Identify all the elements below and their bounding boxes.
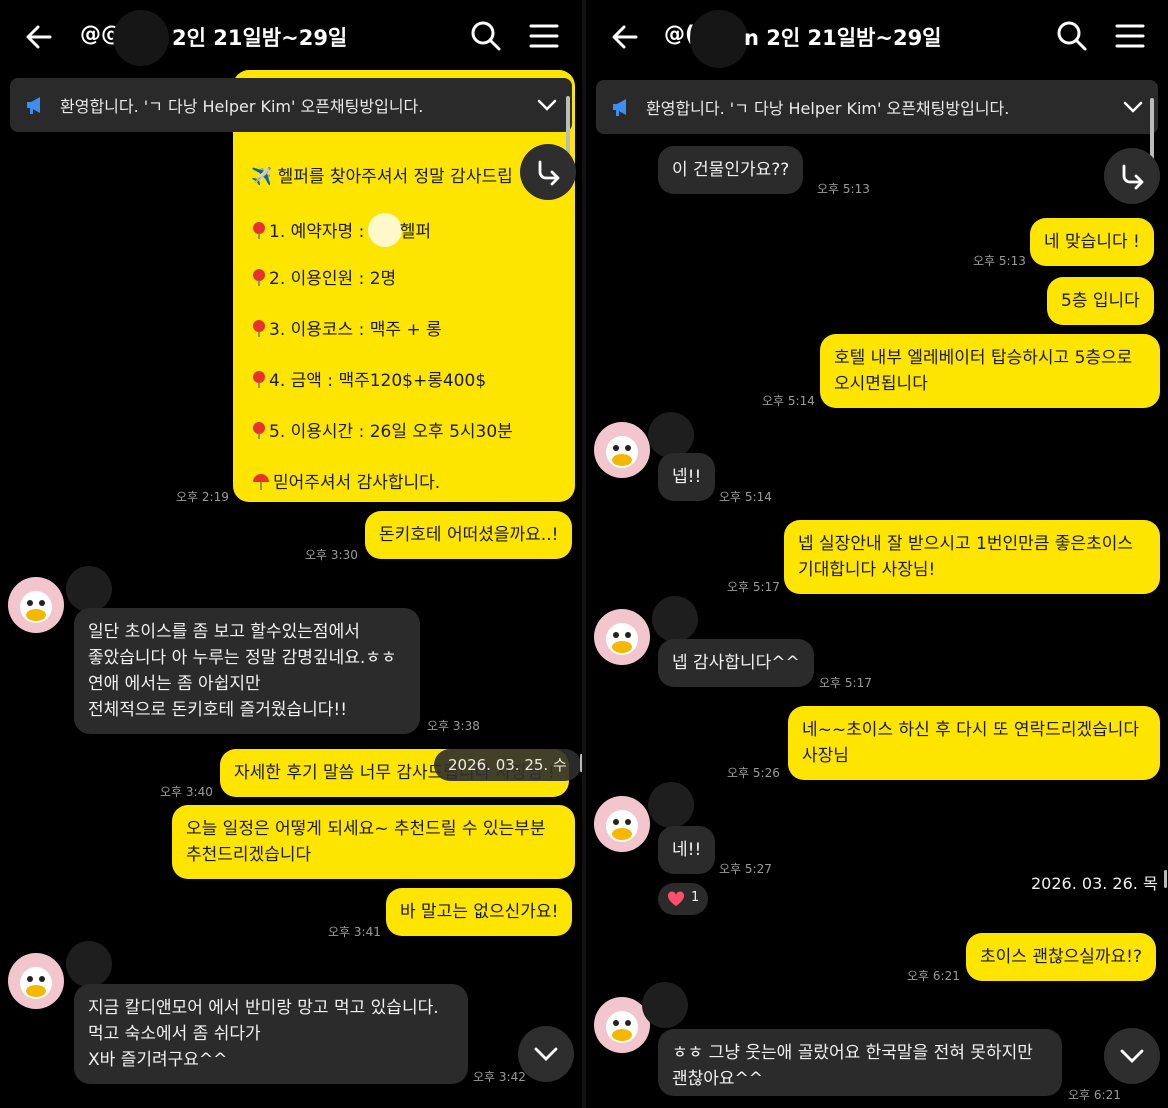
message-time: 오후 3:30 (305, 548, 358, 562)
search-icon[interactable] (1056, 20, 1088, 52)
chat-pane-right: @( n 2인 21일밤~29일 환영합니다. 'ㄱ 다낭 Helper Kim… (586, 0, 1168, 1108)
reservation-thanks: 믿어주셔서 감사합니다. (251, 468, 440, 493)
message-bubble-received: 지금 칼디앤모어 에서 반미랑 망고 먹고 있습니다. 먹고 숙소에서 좀 쉬다… (74, 984, 468, 1084)
pin-icon (253, 371, 265, 388)
duck-avatar-icon (606, 623, 638, 655)
date-indicator: 2026. 03. 26. 목 (1031, 874, 1158, 893)
chevron-down-icon (534, 1047, 558, 1061)
message-time: 오후 5:26 (727, 766, 780, 780)
message-bubble-sent: 5층 입니다 (1047, 277, 1154, 325)
message-bubble-sent: 오늘 일정은 어떻게 되세요~ 추천드릴 수 있는부분 추천드리겠습니다 (172, 805, 575, 879)
scroll-down-button[interactable] (518, 1026, 574, 1082)
message-time: 오후 5:13 (973, 254, 1026, 268)
sender-name-redaction (66, 566, 112, 612)
message-time: 오후 5:17 (819, 676, 872, 690)
chat-pane-left: @@ 2인 21일밤~29일 ✈️ 헬퍼를 찾아주셔서 정말 감사드립 1. 예… (0, 0, 582, 1108)
hamburger-menu-icon[interactable] (528, 20, 560, 52)
notice-bar[interactable]: 환영합니다. 'ㄱ 다낭 Helper Kim' 오픈채팅방입니다. (10, 78, 572, 132)
notice-text: 환영합니다. 'ㄱ 다낭 Helper Kim' 오픈채팅방입니다. (60, 97, 424, 116)
reservation-card: ✈️ 헬퍼를 찾아주셔서 정말 감사드립 1. 예약자명 : 헬퍼 2. 이용인… (233, 70, 575, 502)
duck-avatar-icon (20, 591, 52, 623)
message-bubble-sent: 네 맞습니다 ! (1030, 218, 1154, 266)
reservation-time: 5. 이용시간 : 26일 오후 5시30분 (251, 417, 513, 442)
message-bubble-sent: 넵 실장안내 잘 받으시고 1번인만큼 좋은초이스 기대합니다 사장님! (784, 520, 1160, 594)
avatar[interactable] (594, 796, 650, 852)
reservation-price: 4. 금액 : 맥주120$+롱400$ (251, 366, 486, 391)
heart-icon (667, 891, 685, 906)
message-bubble-sent: 바 말고는 없으신가요! (386, 888, 573, 936)
name-redaction (367, 213, 402, 247)
scrollbar[interactable] (1164, 870, 1167, 888)
title-redaction (690, 10, 748, 68)
megaphone-icon (27, 97, 40, 114)
megaphone-icon (613, 99, 626, 116)
message-time: 오후 5:27 (719, 862, 772, 876)
avatar[interactable] (8, 953, 64, 1009)
notice-text: 환영합니다. 'ㄱ 다낭 Helper Kim' 오픈채팅방입니다. (646, 99, 1010, 118)
message-bubble-sent: 돈키호테 어떠셨을까요..! (365, 511, 573, 559)
reaction-badge[interactable]: 1 (658, 883, 708, 915)
message-bubble-sent: 초이스 괜찮으실까요!? (966, 933, 1157, 981)
beach-umbrella-icon (253, 474, 269, 490)
sender-name-redaction (642, 982, 688, 1028)
scroll-down-button[interactable] (1104, 1028, 1160, 1084)
message-bubble-received: 넵 감사합니다^^ (658, 639, 814, 687)
message-time: 오후 5:14 (762, 394, 815, 408)
date-indicator: 2026. 03. 25. 수 (434, 749, 581, 781)
pin-icon (253, 222, 265, 239)
message-time: 오후 5:14 (719, 490, 772, 504)
sender-name-redaction (66, 941, 112, 987)
sender-name-redaction (648, 782, 694, 828)
message-time: 오후 6:21 (1068, 1088, 1121, 1102)
avatar[interactable] (594, 422, 650, 478)
chat-header: @@ 2인 21일밤~29일 (0, 0, 582, 74)
message-bubble-received: 네!! (658, 826, 716, 874)
sender-name-redaction (652, 596, 698, 642)
reply-arrow-icon (538, 160, 560, 186)
duck-avatar-icon (20, 967, 52, 999)
message-bubble-sent: 네~~초이스 하신 후 다시 또 연락드리겠습니다 사장님 (788, 706, 1160, 780)
reply-button[interactable] (520, 144, 576, 200)
duck-avatar-icon (606, 810, 638, 842)
avatar[interactable] (594, 609, 650, 665)
chat-title: n 2인 21일밤~29일 (744, 26, 942, 50)
search-icon[interactable] (470, 20, 502, 52)
message-time: 오후 3:42 (473, 1070, 526, 1084)
message-time: 오후 3:41 (328, 925, 381, 939)
message-bubble-received: 일단 초이스를 좀 보고 할수있는점에서 좋았습니다 아 누루는 정말 감명깊네… (74, 608, 420, 734)
sender-name-redaction (648, 412, 694, 458)
message-bubble-received: 넵!! (658, 453, 716, 501)
pin-icon (253, 269, 265, 286)
chevron-down-icon[interactable] (536, 95, 558, 115)
chat-title: 2인 21일밤~29일 (172, 26, 348, 50)
reservation-course: 3. 이용코스 : 맥주 + 롱 (251, 315, 442, 340)
reservation-people: 2. 이용인원 : 2명 (251, 264, 396, 289)
notice-bar[interactable]: 환영합니다. 'ㄱ 다낭 Helper Kim' 오픈채팅방입니다. (596, 80, 1158, 134)
message-time: 오후 3:38 (427, 719, 480, 733)
reaction-count: 1 (691, 890, 700, 905)
message-bubble-received: 이 건물인가요?? (658, 146, 804, 194)
message-bubble-sent: 호텔 내부 엘레베이터 탑승하시고 5층으로 오시면됩니다 (820, 334, 1160, 408)
hamburger-menu-icon[interactable] (1114, 20, 1146, 52)
message-time: 오후 6:21 (907, 969, 960, 983)
duck-avatar-icon (606, 436, 638, 468)
reply-arrow-icon (1122, 164, 1144, 190)
back-arrow-icon[interactable] (22, 20, 56, 54)
reservation-greeting: ✈️ 헬퍼를 찾아주셔서 정말 감사드립 (251, 167, 513, 187)
message-bubble-received: ㅎㅎ 그냥 웃는애 골랐어요 한국말을 전혀 못하지만 괜찮아요^^ (658, 1029, 1062, 1096)
chevron-down-icon[interactable] (1122, 97, 1144, 117)
title-redaction (113, 10, 169, 66)
message-time: 오후 5:13 (817, 182, 870, 196)
pin-icon (253, 422, 265, 439)
reservation-name: 1. 예약자명 : 헬퍼 (251, 213, 431, 247)
message-time: 오후 3:40 (160, 785, 213, 799)
chat-header: @( n 2인 21일밤~29일 (586, 0, 1168, 74)
message-time: 오후 2:19 (176, 490, 229, 504)
reply-button[interactable] (1104, 148, 1160, 204)
chevron-down-icon (1120, 1049, 1144, 1063)
back-arrow-icon[interactable] (608, 20, 642, 54)
avatar[interactable] (8, 577, 64, 633)
message-time: 오후 5:17 (727, 580, 780, 594)
pin-icon (253, 320, 265, 337)
